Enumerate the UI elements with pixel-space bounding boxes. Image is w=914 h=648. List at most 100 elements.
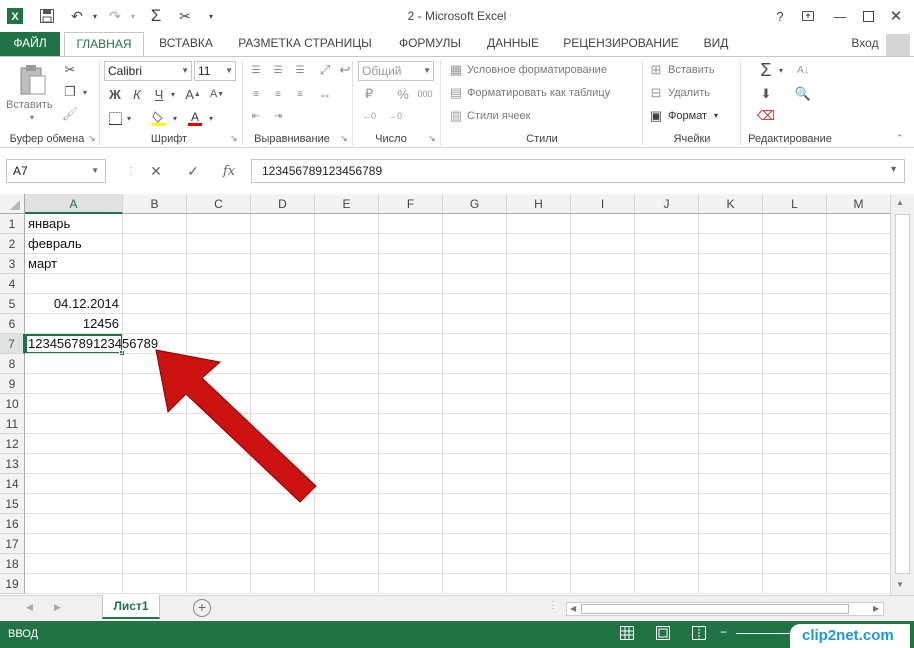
cell-i12[interactable]	[571, 434, 635, 454]
cell-d2[interactable]	[251, 234, 315, 254]
column-header-a[interactable]: A	[25, 194, 123, 214]
cell-i18[interactable]	[571, 554, 635, 574]
cell-l1[interactable]	[763, 214, 827, 234]
column-header-l[interactable]: L	[763, 194, 827, 214]
cell-h5[interactable]	[507, 294, 571, 314]
cell-g3[interactable]	[443, 254, 507, 274]
cell-c6[interactable]	[187, 314, 251, 334]
delete-cells-icon[interactable]: ⊟	[648, 85, 664, 100]
undo-icon[interactable]: ↶	[68, 7, 86, 25]
cell-f18[interactable]	[379, 554, 443, 574]
font-size-select[interactable]: 11 ▼	[194, 61, 236, 81]
cell-m16[interactable]	[827, 514, 890, 534]
cell-d5[interactable]	[251, 294, 315, 314]
name-box[interactable]: A7 ▼	[6, 159, 106, 183]
cell-m5[interactable]	[827, 294, 890, 314]
cell-k2[interactable]	[699, 234, 763, 254]
cell-i15[interactable]	[571, 494, 635, 514]
cell-h14[interactable]	[507, 474, 571, 494]
cell-j4[interactable]	[635, 274, 699, 294]
cell-h11[interactable]	[507, 414, 571, 434]
fill-icon[interactable]: ⬇	[756, 85, 776, 103]
sign-in-link[interactable]: Вход	[846, 32, 884, 56]
column-header-g[interactable]: G	[443, 194, 507, 214]
horizontal-scroll-thumb[interactable]	[581, 604, 849, 614]
cell-k13[interactable]	[699, 454, 763, 474]
cell-m18[interactable]	[827, 554, 890, 574]
cell-a11[interactable]	[25, 414, 123, 434]
scroll-down-icon[interactable]: ▼	[896, 580, 904, 589]
cell-e19[interactable]	[315, 574, 379, 594]
cell-j2[interactable]	[635, 234, 699, 254]
cell-g2[interactable]	[443, 234, 507, 254]
column-header-h[interactable]: H	[507, 194, 571, 214]
column-header-m[interactable]: M	[827, 194, 890, 214]
row-header-12[interactable]: 12	[0, 434, 25, 454]
cell-f17[interactable]	[379, 534, 443, 554]
cell-j11[interactable]	[635, 414, 699, 434]
cell-h12[interactable]	[507, 434, 571, 454]
close-button[interactable]: ✕	[884, 6, 908, 26]
ribbon-display-options-icon[interactable]	[796, 6, 820, 26]
new-sheet-button[interactable]: +	[193, 599, 211, 617]
decrease-indent-icon[interactable]: ⇤	[248, 109, 264, 123]
cell-i17[interactable]	[571, 534, 635, 554]
maximize-button[interactable]	[856, 6, 880, 26]
cell-c1[interactable]	[187, 214, 251, 234]
cell-m13[interactable]	[827, 454, 890, 474]
cell-i13[interactable]	[571, 454, 635, 474]
cell-g5[interactable]	[443, 294, 507, 314]
cell-h9[interactable]	[507, 374, 571, 394]
format-cells-icon[interactable]: ▣	[648, 108, 664, 123]
cell-j8[interactable]	[635, 354, 699, 374]
cell-m10[interactable]	[827, 394, 890, 414]
cell-h2[interactable]	[507, 234, 571, 254]
autosum-icon[interactable]: Σ	[756, 59, 776, 81]
cell-i14[interactable]	[571, 474, 635, 494]
cell-g13[interactable]	[443, 454, 507, 474]
cell-b1[interactable]	[123, 214, 187, 234]
cell-f7[interactable]	[379, 334, 443, 354]
cell-h6[interactable]	[507, 314, 571, 334]
page-break-view-icon[interactable]	[692, 626, 706, 640]
row-header-17[interactable]: 17	[0, 534, 25, 554]
cell-i10[interactable]	[571, 394, 635, 414]
minimize-button[interactable]: —	[828, 6, 852, 26]
redo-dropdown-icon[interactable]: ▾	[124, 7, 142, 25]
cell-f5[interactable]	[379, 294, 443, 314]
cell-l7[interactable]	[763, 334, 827, 354]
cell-j10[interactable]	[635, 394, 699, 414]
cell-m3[interactable]	[827, 254, 890, 274]
select-all-button[interactable]	[0, 194, 25, 214]
row-header-4[interactable]: 4	[0, 274, 25, 294]
increase-font-icon[interactable]: A ▲	[184, 85, 202, 103]
undo-dropdown-icon[interactable]: ▾	[86, 7, 104, 25]
cell-m6[interactable]	[827, 314, 890, 334]
conditional-format-icon[interactable]: ▦	[448, 62, 464, 77]
row-header-16[interactable]: 16	[0, 514, 25, 534]
autosum-dropdown-icon[interactable]: ▾	[776, 59, 786, 81]
cell-a2[interactable]: февраль	[25, 234, 123, 254]
underline-button[interactable]: Ч	[150, 85, 168, 103]
currency-format-icon[interactable]: ₽	[358, 85, 380, 103]
decrease-decimal-icon[interactable]: →0	[384, 107, 406, 125]
cell-a16[interactable]	[25, 514, 123, 534]
cell-g16[interactable]	[443, 514, 507, 534]
cell-h17[interactable]	[507, 534, 571, 554]
cell-c18[interactable]	[187, 554, 251, 574]
formula-bar-grip-icon[interactable]: ⋮	[118, 161, 144, 181]
cell-d17[interactable]	[251, 534, 315, 554]
cell-g19[interactable]	[443, 574, 507, 594]
cell-d1[interactable]	[251, 214, 315, 234]
cell-g18[interactable]	[443, 554, 507, 574]
cell-j1[interactable]	[635, 214, 699, 234]
cell-styles-button[interactable]: Стили ячеек	[467, 110, 530, 122]
cell-h18[interactable]	[507, 554, 571, 574]
cell-c19[interactable]	[187, 574, 251, 594]
cell-e18[interactable]	[315, 554, 379, 574]
cell-h16[interactable]	[507, 514, 571, 534]
bold-button[interactable]: Ж	[106, 85, 124, 103]
cell-f1[interactable]	[379, 214, 443, 234]
cell-a8[interactable]	[25, 354, 123, 374]
cell-b4[interactable]	[123, 274, 187, 294]
